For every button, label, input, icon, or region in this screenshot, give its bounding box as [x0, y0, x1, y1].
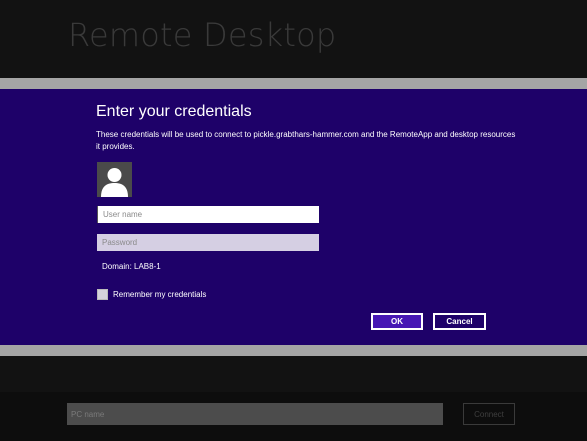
pc-name-input[interactable]: [67, 403, 443, 425]
username-input[interactable]: [97, 206, 319, 223]
app-title: Remote Desktop: [68, 16, 337, 54]
remote-desktop-screen: Remote Desktop Enter your credentials Th…: [0, 0, 587, 441]
cancel-button[interactable]: Cancel: [433, 313, 486, 330]
dialog-description: These credentials will be used to connec…: [96, 130, 516, 151]
domain-label: Domain: LAB8-1: [102, 262, 161, 271]
connect-bar: Connect: [0, 392, 587, 441]
dialog-top-band: [0, 78, 587, 89]
dialog-bottom-band: [0, 345, 587, 356]
credentials-dialog: Enter your credentials These credentials…: [0, 89, 587, 345]
connect-button[interactable]: Connect: [463, 403, 515, 425]
remember-credentials-label[interactable]: Remember my credentials: [113, 290, 206, 299]
dialog-title: Enter your credentials: [96, 103, 252, 120]
remember-credentials-row[interactable]: Remember my credentials: [97, 289, 206, 300]
ok-button[interactable]: OK: [371, 313, 423, 330]
user-avatar-icon: [97, 162, 132, 197]
password-input[interactable]: [97, 234, 319, 251]
remember-credentials-checkbox[interactable]: [97, 289, 108, 300]
